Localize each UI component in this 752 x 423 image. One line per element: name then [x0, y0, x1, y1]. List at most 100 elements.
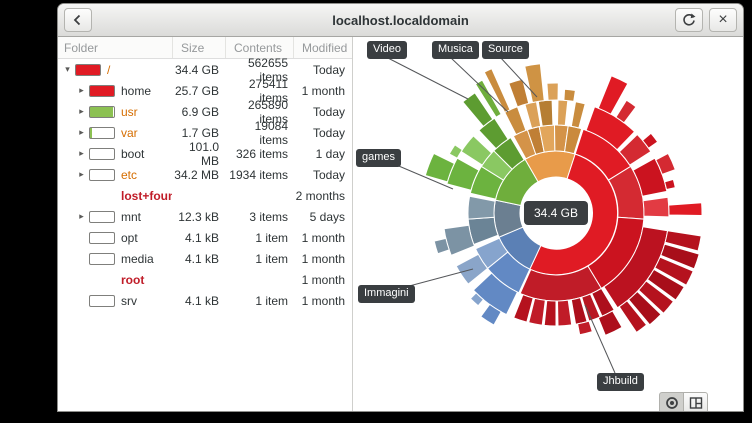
expander-icon[interactable]: ▸	[74, 127, 89, 138]
table-row[interactable]: ▸ boot 101.0 MB 326 items 1 day	[58, 143, 352, 164]
usage-swatch	[89, 106, 115, 118]
headerbar-right-buttons: ×	[675, 8, 737, 32]
close-button[interactable]: ×	[709, 8, 737, 32]
folder-name: lost+found	[121, 189, 172, 203]
column-header-folder[interactable]: Folder	[58, 37, 172, 58]
size-cell: 25.7 GB	[172, 84, 225, 98]
expander-icon[interactable]: ▸	[74, 106, 89, 117]
back-button[interactable]	[64, 8, 92, 32]
column-header-size[interactable]: Size	[172, 37, 225, 58]
sunburst-segment[interactable]	[509, 79, 529, 107]
sunburst-segment[interactable]	[564, 89, 576, 101]
name-cell: opt	[58, 231, 172, 245]
usage-swatch	[89, 253, 115, 265]
size-cell: 101.0 MB	[172, 140, 225, 168]
name-cell: ▸ etc	[58, 168, 172, 182]
sunburst-segment[interactable]	[525, 102, 541, 129]
name-cell: lost+found	[58, 189, 172, 203]
expander-icon[interactable]: ▸	[74, 148, 89, 159]
folder-name: media	[121, 252, 154, 266]
table-row[interactable]: ▸ home 25.7 GB 275411 items 1 month	[58, 80, 352, 101]
contents-cell: 1 item	[225, 294, 293, 308]
expander-icon[interactable]: ▸	[74, 211, 89, 222]
folder-name: boot	[121, 147, 144, 161]
usage-swatch	[89, 148, 115, 160]
name-cell: ▸ usr	[58, 105, 172, 119]
sunburst-segment[interactable]	[616, 100, 636, 123]
table-row[interactable]: media 4.1 kB 1 item 1 month	[58, 248, 352, 269]
size-cell: 4.1 kB	[172, 231, 225, 245]
sunburst-segment[interactable]	[544, 301, 556, 327]
table-row[interactable]: root 1 month	[58, 269, 352, 290]
refresh-icon	[681, 12, 697, 28]
table-row[interactable]: opt 4.1 kB 1 item 1 month	[58, 227, 352, 248]
sunburst-segment[interactable]	[547, 83, 558, 100]
modified-cell: 1 month	[293, 252, 352, 266]
folder-name: usr	[121, 105, 138, 119]
expander-icon[interactable]: ▾	[60, 64, 75, 75]
sunburst-segment[interactable]	[444, 225, 474, 255]
folder-tree-panel: Folder Size Contents Modified ▾ / 34.4 G…	[58, 37, 353, 411]
column-header-modified[interactable]: Modified	[293, 37, 352, 58]
close-icon: ×	[718, 11, 727, 29]
chart-panel: 34.4 GB	[353, 37, 743, 411]
contents-cell: 1 item	[225, 231, 293, 245]
folder-name: var	[121, 126, 138, 140]
sunburst-segment[interactable]	[434, 238, 449, 253]
table-header: Folder Size Contents Modified	[58, 37, 352, 59]
size-cell: 4.1 kB	[172, 252, 225, 266]
modified-cell: 1 month	[293, 231, 352, 245]
name-cell: ▸ boot	[58, 147, 172, 161]
app-window: localhost.localdomain × Folder Size	[57, 3, 744, 412]
contents-cell: 19084 items	[225, 119, 293, 147]
table-row[interactable]: ▸ mnt 12.3 kB 3 items 5 days	[58, 206, 352, 227]
sunburst-segment[interactable]	[571, 102, 585, 128]
name-cell: root	[58, 273, 172, 287]
expander-icon[interactable]: ▸	[74, 169, 89, 180]
folder-name: home	[121, 84, 151, 98]
size-cell: 1.7 GB	[172, 126, 225, 140]
sunburst-segment[interactable]	[558, 300, 572, 326]
chart-label-source: Source	[482, 41, 529, 59]
size-cell: 4.1 kB	[172, 294, 225, 308]
sunburst-segment[interactable]	[665, 179, 676, 189]
main-content: Folder Size Contents Modified ▾ / 34.4 G…	[58, 37, 743, 411]
name-cell: ▸ var	[58, 126, 172, 140]
name-cell: media	[58, 252, 172, 266]
folder-name: mnt	[121, 210, 141, 224]
name-cell: ▸ mnt	[58, 210, 172, 224]
table-row[interactable]: srv 4.1 kB 1 item 1 month	[58, 290, 352, 311]
size-cell: 34.4 GB	[172, 63, 225, 77]
sunburst-segment[interactable]	[669, 203, 702, 216]
modified-cell: 1 month	[293, 273, 352, 287]
size-cell: 12.3 kB	[172, 210, 225, 224]
sunburst-segment[interactable]	[525, 64, 544, 103]
modified-cell: 1 month	[293, 84, 352, 98]
sunburst-segment[interactable]	[449, 145, 462, 158]
folder-name: opt	[121, 231, 138, 245]
rings-chart-icon	[665, 396, 679, 410]
refresh-button[interactable]	[675, 8, 703, 32]
screen: localhost.localdomain × Folder Size	[0, 0, 752, 423]
treemap-chart-icon	[689, 396, 703, 410]
sunburst-segment[interactable]	[578, 321, 593, 335]
expander-icon[interactable]: ▸	[74, 85, 89, 96]
rings-view-button[interactable]	[659, 392, 684, 411]
usage-swatch	[89, 211, 115, 223]
chart-label-immagini: Immagini	[358, 285, 415, 303]
chart-total-size-badge: 34.4 GB	[524, 201, 588, 225]
table-row[interactable]: ▸ etc 34.2 MB 1934 items Today	[58, 164, 352, 185]
usage-swatch	[89, 169, 115, 181]
modified-cell: 1 month	[293, 294, 352, 308]
folder-name: /	[107, 63, 110, 77]
table-row[interactable]: lost+found 2 months	[58, 185, 352, 206]
table-row[interactable]: ▸ usr 6.9 GB 265890 items Today	[58, 101, 352, 122]
table-row[interactable]: ▾ / 34.4 GB 562655 items Today	[58, 59, 352, 80]
usage-swatch	[89, 127, 115, 139]
modified-cell: Today	[293, 63, 352, 77]
sunburst-segment[interactable]	[558, 100, 568, 126]
sunburst-segment[interactable]	[643, 197, 669, 217]
headerbar: localhost.localdomain ×	[58, 4, 743, 37]
sunburst-segment[interactable]	[468, 196, 495, 219]
treemap-view-button[interactable]	[683, 392, 708, 411]
